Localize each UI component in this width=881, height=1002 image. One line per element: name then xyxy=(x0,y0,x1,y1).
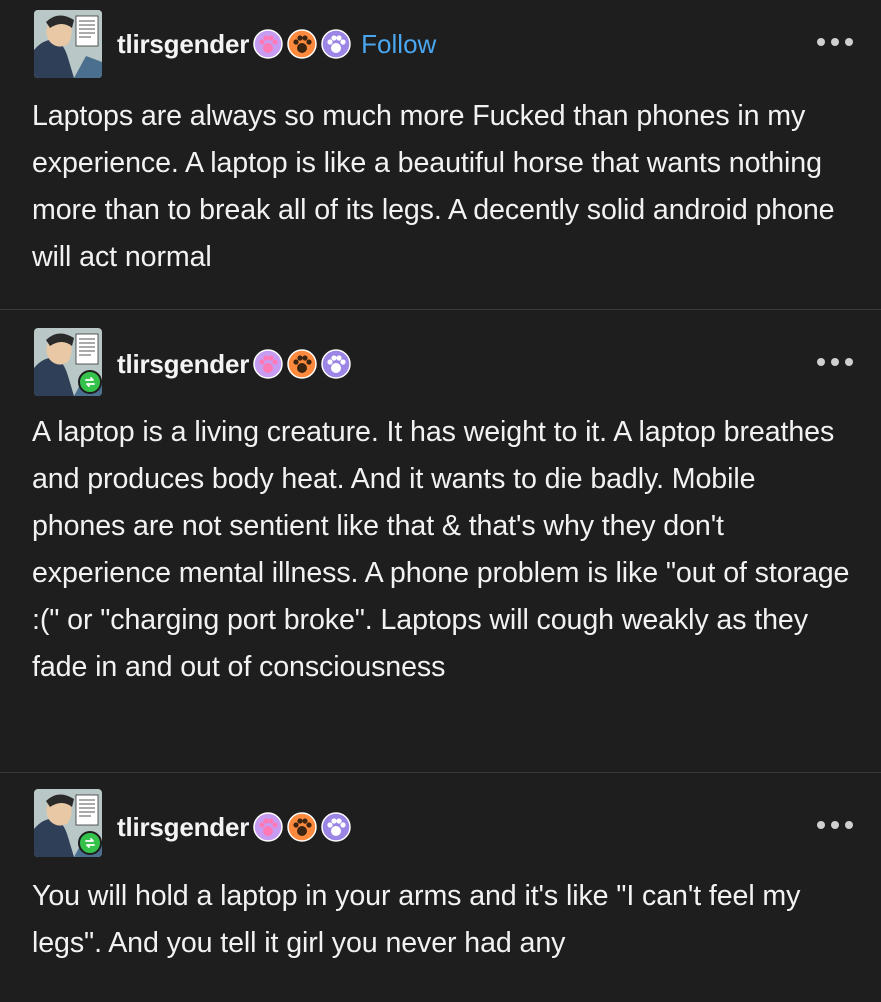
follow-button[interactable]: Follow xyxy=(361,29,436,60)
badge-group xyxy=(253,349,355,379)
paw-badge-icon[interactable] xyxy=(253,812,283,842)
post-text: You will hold a laptop in your arms and … xyxy=(32,880,801,959)
avatar[interactable] xyxy=(34,10,102,78)
reblog-icon xyxy=(78,831,102,855)
badge-group xyxy=(253,29,355,59)
post-header: tlirsgender xyxy=(117,807,355,847)
avatar[interactable] xyxy=(34,789,102,857)
username[interactable]: tlirsgender xyxy=(117,29,249,60)
reblog-icon xyxy=(78,370,102,394)
paw-badge-icon[interactable] xyxy=(253,349,283,379)
paw-badge-icon[interactable] xyxy=(321,349,351,379)
paw-badge-icon[interactable] xyxy=(321,812,351,842)
paw-badge-icon[interactable] xyxy=(287,29,317,59)
badge-group xyxy=(253,812,355,842)
paw-badge-icon[interactable] xyxy=(287,349,317,379)
post-text: A laptop is a living creature. It has we… xyxy=(32,416,850,683)
ellipsis-icon[interactable] xyxy=(817,36,853,48)
post-original: tlirsgender Follow Laptops are always so… xyxy=(0,0,881,309)
avatar-image xyxy=(34,10,102,78)
ellipsis-icon[interactable] xyxy=(817,356,853,368)
paw-badge-icon[interactable] xyxy=(287,812,317,842)
post-header: tlirsgender xyxy=(117,24,436,64)
post-reblog: tlirsgender xyxy=(0,310,881,772)
post-header: tlirsgender xyxy=(117,344,355,384)
avatar[interactable] xyxy=(34,328,102,396)
paw-badge-icon[interactable] xyxy=(253,29,283,59)
post-text: Laptops are always so much more Fucked t… xyxy=(32,100,835,273)
username[interactable]: tlirsgender xyxy=(117,812,249,843)
username[interactable]: tlirsgender xyxy=(117,349,249,380)
ellipsis-icon[interactable] xyxy=(817,819,853,831)
post-reblog: tlirsgender xyxy=(0,773,881,1002)
paw-badge-icon[interactable] xyxy=(321,29,351,59)
